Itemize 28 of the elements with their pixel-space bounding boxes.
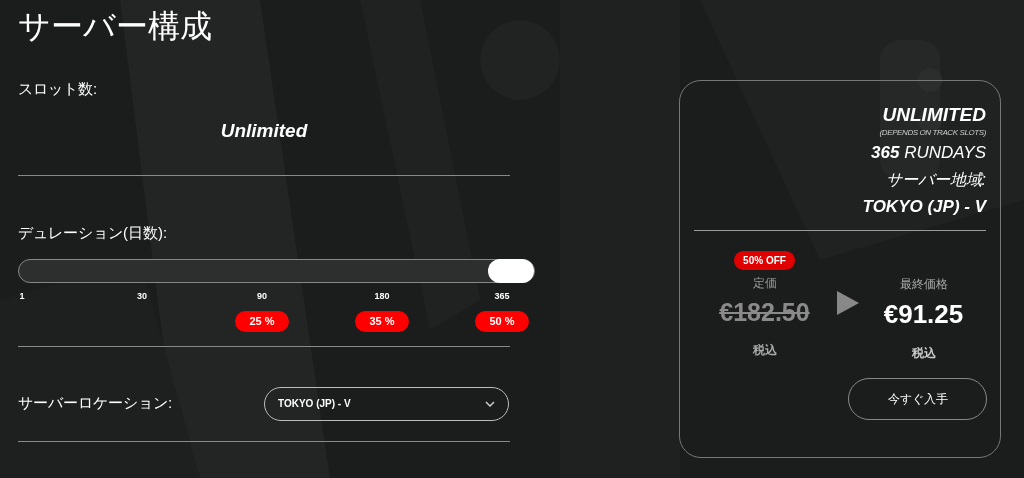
field-label: デュレーション(日数):: [18, 223, 168, 243]
tick-label: 90: [257, 289, 267, 303]
slider-thumb[interactable]: [488, 258, 534, 283]
tax-note: 税込: [911, 344, 936, 362]
slots-summary: UNLIMITED: [882, 103, 986, 127]
region-value: TOKYO (JP) - V: [862, 196, 986, 219]
price-label: 最終価格: [899, 275, 948, 293]
field-label: スロット数:: [18, 79, 98, 99]
tick-label: 180: [374, 289, 390, 303]
discount-badge: 25 %: [235, 311, 289, 332]
page-title: サーバー構成: [18, 10, 212, 42]
slots-note: (DEPENDS ON TRACK SLOTS): [879, 126, 986, 139]
discount-badge: 50 %: [475, 311, 529, 332]
original-price: €182.50: [719, 296, 810, 328]
tick-label: 1: [19, 289, 25, 303]
tax-note: 税込: [752, 342, 777, 360]
tick-label: 365: [494, 289, 510, 303]
slots-value: Unlimited: [220, 118, 308, 143]
play-icon: [837, 290, 859, 315]
price-label: 定価: [752, 274, 777, 292]
region-label: サーバー地域:: [885, 170, 986, 191]
tick-label: 30: [137, 289, 147, 303]
chevron-down-icon: [485, 400, 495, 407]
discount-badge: 35 %: [355, 311, 409, 332]
days-summary: 365 RUNDAYS: [871, 141, 986, 164]
field-label: サーバーロケーション:: [18, 393, 174, 414]
final-price: €91.25: [883, 297, 964, 331]
slider-track[interactable]: [18, 258, 535, 283]
